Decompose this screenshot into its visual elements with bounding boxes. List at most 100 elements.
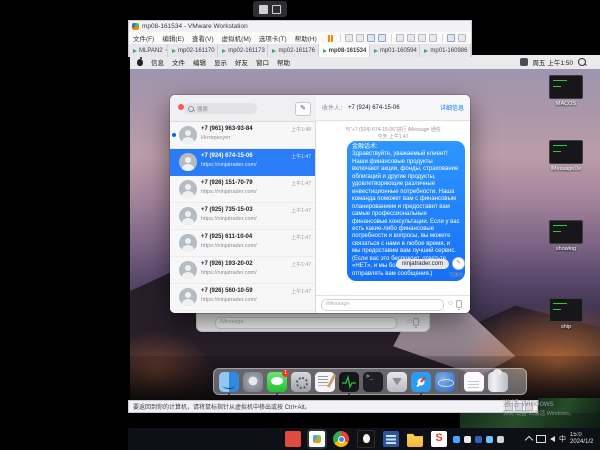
apple-menu-icon[interactable] — [137, 59, 143, 66]
menu-file[interactable]: 文件(F) — [133, 33, 154, 43]
pause-control-icon[interactable] — [259, 5, 268, 14]
tray-icon[interactable] — [464, 436, 471, 443]
vm-tab[interactable]: mp02-161176× — [268, 44, 318, 57]
menu-window[interactable]: 窗口 — [256, 57, 269, 67]
dock-documents-icon[interactable] — [464, 372, 484, 392]
menu-messages[interactable]: 信息 — [151, 57, 164, 67]
menu-tabs[interactable]: 选项卡(T) — [259, 33, 287, 43]
dock-launchpad-icon[interactable] — [243, 372, 263, 392]
floating-control-toolbar[interactable] — [253, 1, 287, 17]
chat-input-bar: iMessage ☺ — [316, 295, 470, 313]
background-messages-window[interactable]: iMessage ☺ — [196, 313, 430, 332]
search-icon — [188, 106, 194, 112]
menu-view[interactable]: 显示 — [214, 57, 227, 67]
vm-tab[interactable]: mp02-161170× — [168, 44, 218, 57]
suspend-vm-button[interactable] — [327, 35, 334, 42]
menu-view[interactable]: 查看(V) — [192, 33, 214, 43]
avatar — [179, 180, 197, 198]
link-bubble[interactable]: ninjatrader.com — [396, 259, 449, 269]
dock-finder-icon[interactable] — [219, 372, 239, 392]
volume-icon[interactable] — [550, 436, 555, 442]
snapshot-clock-button[interactable] — [356, 34, 364, 42]
free-stretch-button[interactable] — [458, 34, 466, 42]
menu-edit[interactable]: 编辑 — [193, 57, 206, 67]
taskbar-explorer-icon[interactable] — [407, 431, 423, 447]
menu-vm[interactable]: 虚拟机(M) — [222, 33, 251, 43]
chat-pane: 收件人： +7 (924) 674-15-06 详细信息 与“+7 (924) … — [316, 95, 470, 313]
desktop-file[interactable]: MACOS — [544, 75, 588, 107]
menu-help[interactable]: 帮助 — [277, 57, 290, 67]
details-button[interactable]: 详细信息 — [440, 103, 464, 112]
tray-icon[interactable] — [486, 436, 493, 443]
taskbar-vmware-icon[interactable] — [309, 431, 325, 447]
menu-help[interactable]: 帮助(H) — [295, 33, 317, 43]
vm-tab-active[interactable]: mp08-161534× — [319, 44, 370, 57]
emoji-icon[interactable]: ☺ — [406, 318, 413, 326]
menu-buddies[interactable]: 好友 — [235, 57, 248, 67]
revert-snapshot-button[interactable] — [378, 34, 386, 42]
tray-expand-icon[interactable] — [525, 436, 533, 444]
vm-tab[interactable]: mp01-160986× — [420, 44, 471, 57]
sogou-ime-icon[interactable]: S — [431, 431, 447, 447]
taskbar-document-app-icon[interactable] — [383, 431, 399, 447]
menu-file[interactable]: 文件 — [172, 57, 185, 67]
expand-control-icon[interactable] — [272, 5, 281, 14]
tray-icon[interactable] — [475, 436, 482, 443]
tray-icon[interactable] — [453, 436, 460, 443]
taskbar-clock[interactable]: 15:0 2024/1/2 — [570, 432, 600, 446]
exec-file-icon — [549, 298, 583, 322]
dock-safari-icon[interactable] — [411, 372, 431, 392]
ime-indicator[interactable]: 中 — [559, 434, 566, 444]
console-view-button[interactable] — [407, 34, 415, 42]
tray-icon[interactable] — [497, 436, 504, 443]
show-library-button[interactable] — [396, 34, 404, 42]
spotlight-icon[interactable] — [578, 58, 586, 66]
vm-tab[interactable]: mp01-160594× — [370, 44, 421, 57]
tab-close-icon[interactable]: × — [469, 48, 471, 54]
menu-edit[interactable]: 编辑(E) — [162, 33, 184, 43]
menubar-clock[interactable]: 周五 上午1:50 — [533, 57, 573, 67]
conversation-row[interactable]: +7 (925) 611-10-04 上午1:47 https://ninjat… — [170, 230, 315, 257]
dock-messages-icon[interactable]: 1 — [267, 372, 287, 392]
vm-tab[interactable]: MLPAN2× — [129, 44, 168, 57]
dock-terminal-icon[interactable]: >_ — [363, 372, 383, 392]
desktop-file[interactable]: showlog — [544, 220, 588, 252]
microphone-icon[interactable] — [456, 300, 462, 308]
conversation-row[interactable]: +7 (925) 735-15-03 上午1:47 https://ninjat… — [170, 203, 315, 230]
avatar — [179, 288, 197, 306]
dock-network-globe-icon[interactable] — [435, 372, 455, 392]
conversation-row[interactable]: +7 (925) 517-30-66 上午1:47 https://ninjat… — [170, 311, 315, 313]
conversation-row[interactable]: +7 (926) 151-70-79 上午1:47 https://ninjat… — [170, 176, 315, 203]
send-ctrl-alt-del-button[interactable] — [345, 34, 353, 42]
dock-activity-monitor-icon[interactable] — [339, 372, 359, 392]
desktop-file[interactable]: iMessageDe — [544, 140, 588, 172]
network-icon[interactable] — [536, 435, 546, 443]
unity-button[interactable] — [429, 34, 437, 42]
dock-system-preferences-icon[interactable] — [291, 372, 311, 392]
search-input[interactable]: 搜索 — [184, 103, 257, 114]
desktop-file[interactable]: ship — [544, 298, 588, 330]
vmware-titlebar[interactable]: mp08-161534 - VMware Workstation — [128, 20, 472, 32]
vm-tab[interactable]: mp02-161173× — [218, 44, 268, 57]
taskbar-chrome-icon[interactable] — [333, 431, 349, 447]
conversation-row[interactable]: +7 (926) 193-20-02 上午1:47 https://ninjat… — [170, 257, 315, 284]
message-input[interactable]: iMessage — [321, 299, 444, 311]
conversation-row-selected[interactable]: +7 (924) 674-15-06 上午1:47 https://ninjat… — [170, 149, 315, 176]
microphone-icon[interactable] — [413, 318, 419, 326]
dock-textedit-icon[interactable] — [315, 372, 335, 392]
edit-circle-icon[interactable]: ✎ — [452, 257, 465, 270]
taskbar-itunes-icon[interactable] — [357, 430, 375, 448]
snapshot-manager-button[interactable] — [447, 34, 455, 42]
taskbar-app-icon[interactable] — [285, 431, 301, 447]
fullscreen-button[interactable] — [418, 34, 426, 42]
message-input[interactable]: iMessage — [215, 317, 397, 329]
conversation-row[interactable]: +7 (961) 963-93-84 上午1:48 Интересует — [170, 122, 315, 149]
dock-trash-icon[interactable] — [488, 372, 508, 392]
take-snapshot-button[interactable] — [367, 34, 375, 42]
conversation-row[interactable]: +7 (926) 560-10-59 上午1:47 https://ninjat… — [170, 284, 315, 311]
compose-button[interactable]: ✎ — [295, 102, 311, 116]
exec-file-icon — [549, 75, 583, 99]
input-method-icon[interactable] — [520, 58, 528, 66]
emoji-icon[interactable]: ☺ — [447, 300, 454, 308]
dock-archive-utility-icon[interactable] — [387, 372, 407, 392]
